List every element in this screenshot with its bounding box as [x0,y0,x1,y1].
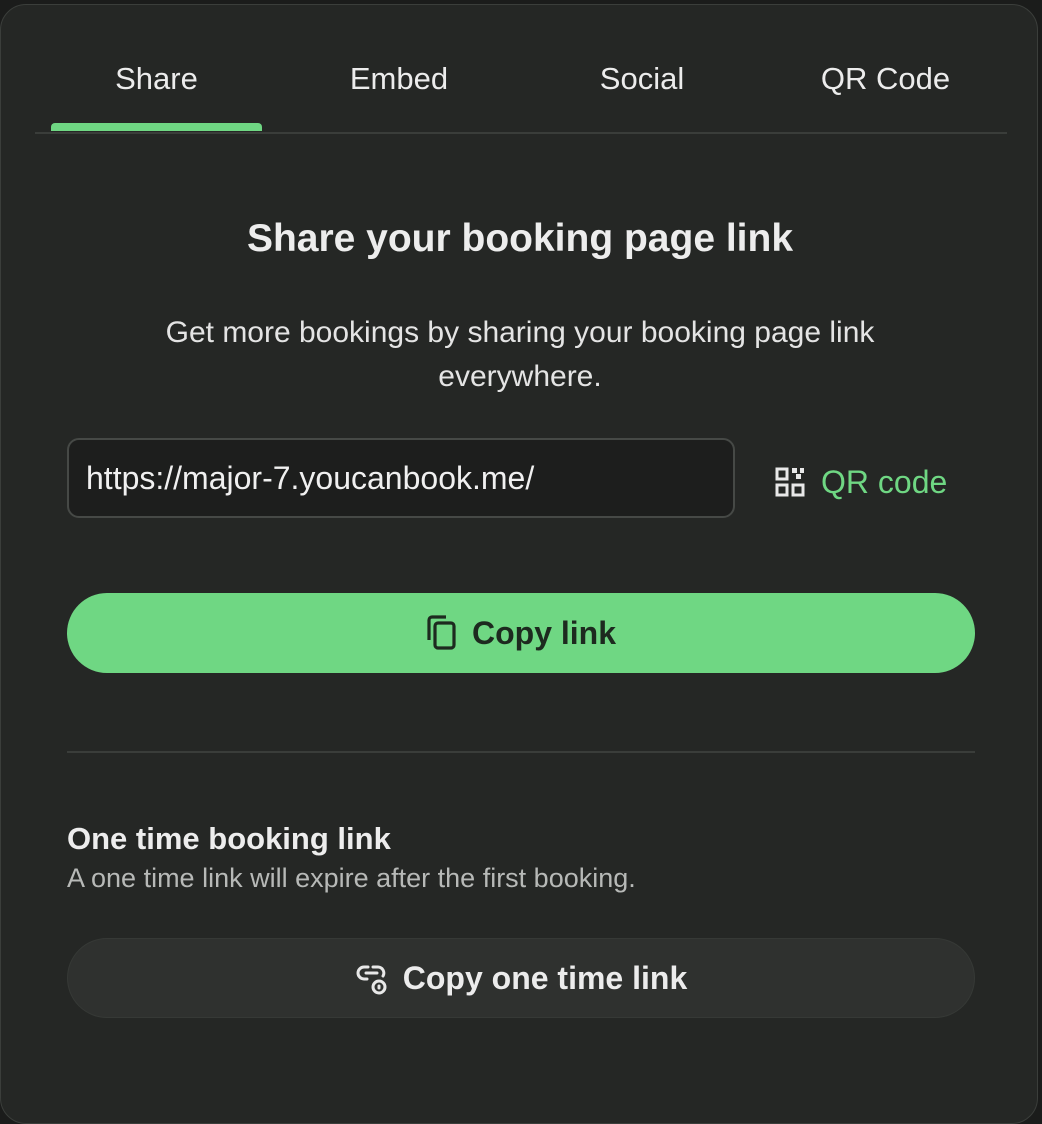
tab-social[interactable]: Social [537,57,747,107]
copy-link-button[interactable]: Copy link [67,593,975,673]
tab-bar: Share Embed Social QR Code [35,5,1007,134]
qr-code-icon [775,467,805,497]
tab-qr-code[interactable]: QR Code [779,57,992,107]
tab-embed[interactable]: Embed [294,57,504,107]
one-time-link-description: A one time link will expire after the fi… [67,863,636,893]
qr-code-link[interactable]: QR code [775,457,947,507]
page-subtitle: Get more bookings by sharing your bookin… [165,316,875,393]
copy-one-time-link-button[interactable]: Copy one time link [67,938,975,1018]
link-lock-icon [356,965,387,995]
background-edge [1038,0,1042,1100]
copy-one-time-link-label: Copy one time link [402,959,688,996]
tab-share[interactable]: Share [51,57,262,107]
copy-link-label: Copy link [471,614,616,651]
copy-icon [427,615,456,650]
qr-code-link-label: QR code [821,463,948,500]
active-tab-indicator [51,123,262,131]
share-dialog: Share Embed Social QR Code Share your bo… [0,4,1038,1124]
one-time-link-heading: One time booking link [67,821,391,856]
page-title: Share your booking page link [246,217,794,260]
section-divider [67,751,975,753]
booking-url-field[interactable] [67,438,735,518]
